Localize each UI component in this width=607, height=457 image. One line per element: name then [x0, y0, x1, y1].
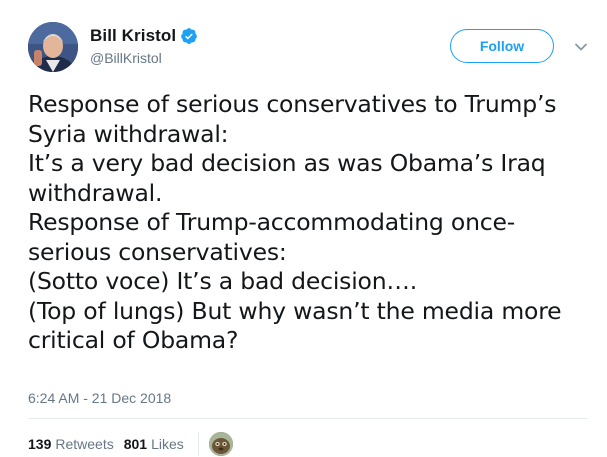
- retweets-stat[interactable]: 139 Retweets: [28, 436, 114, 452]
- tweet-text: Response of serious conservatives to Tru…: [28, 90, 562, 354]
- author-display-name[interactable]: Bill Kristol: [90, 26, 176, 46]
- author-avatar[interactable]: [28, 22, 78, 72]
- display-name-row: Bill Kristol: [90, 26, 198, 46]
- stats-separator: [197, 432, 199, 456]
- tweet-header: Bill Kristol @BillKristol Follow: [28, 22, 598, 78]
- retweets-label: Retweets: [55, 436, 114, 452]
- likes-count: 801: [123, 436, 148, 452]
- follow-button[interactable]: Follow: [450, 29, 554, 63]
- author-handle[interactable]: @BillKristol: [90, 50, 198, 66]
- tweet-stats: 139 Retweets 801 Likes: [28, 432, 233, 456]
- retweets-count: 139: [28, 436, 52, 452]
- liker-avatar[interactable]: [208, 432, 233, 456]
- verified-badge-icon: [180, 27, 198, 45]
- chevron-down-icon[interactable]: [574, 40, 588, 54]
- likes-label: Likes: [151, 436, 184, 452]
- divider: [28, 418, 588, 419]
- author-name-block: Bill Kristol @BillKristol: [90, 26, 198, 66]
- tweet-timestamp[interactable]: 6:24 AM - 21 Dec 2018: [28, 390, 171, 406]
- likes-stat[interactable]: 801 Likes: [124, 436, 184, 452]
